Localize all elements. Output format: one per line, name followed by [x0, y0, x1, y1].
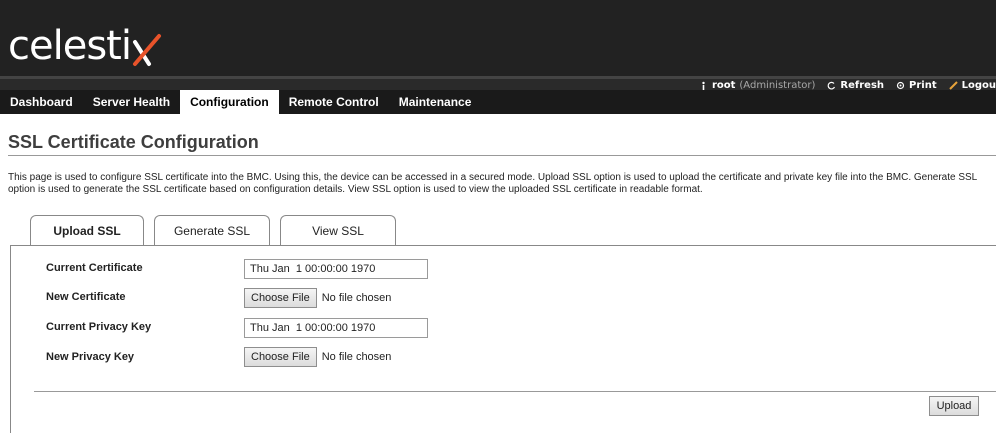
- logo-text: celesti: [8, 23, 132, 69]
- nav-configuration[interactable]: Configuration: [180, 90, 279, 114]
- refresh-link[interactable]: Refresh: [827, 80, 884, 91]
- form-divider: [34, 391, 996, 392]
- new-certificate-file-status: No file chosen: [321, 292, 392, 304]
- print-icon: [896, 81, 905, 89]
- nav-dashboard[interactable]: Dashboard: [0, 90, 83, 114]
- upload-panel: [10, 245, 996, 433]
- logo-x-mark: [132, 34, 161, 66]
- new-privacy-key-file-input: Choose File No file chosen: [244, 347, 391, 367]
- page-description: This page is used to configure SSL certi…: [8, 172, 977, 195]
- print-link[interactable]: Print: [896, 80, 937, 91]
- user-bar: root (Administrator) Refresh Print Logou: [0, 76, 996, 91]
- username: root: [711, 79, 736, 91]
- nav-maintenance[interactable]: Maintenance: [389, 90, 482, 114]
- app-header: celesti: [0, 0, 996, 76]
- celestix-logo: celesti: [8, 18, 162, 68]
- current-certificate-field[interactable]: [244, 259, 428, 279]
- new-certificate-file-input: Choose File No file chosen: [244, 288, 391, 308]
- logout-link[interactable]: Logou: [948, 79, 996, 91]
- refresh-label: Refresh: [840, 79, 885, 91]
- print-label: Print: [909, 79, 937, 91]
- page-title: SSL Certificate Configuration: [8, 132, 259, 152]
- current-privacy-key-label: Current Privacy Key: [46, 321, 152, 333]
- tab-generate-ssl[interactable]: Generate SSL: [154, 215, 270, 245]
- logout-label: Logou: [961, 79, 996, 91]
- user-role: (Administrator): [739, 79, 816, 91]
- title-divider: [8, 155, 996, 156]
- new-privacy-key-file-status: No file chosen: [321, 351, 392, 363]
- new-privacy-key-label: New Privacy Key: [46, 351, 135, 363]
- user-info: root (Administrator): [699, 80, 815, 91]
- nav-remote-control[interactable]: Remote Control: [279, 90, 389, 114]
- user-info-icon: [702, 81, 705, 90]
- main-nav: Dashboard Server Health Configuration Re…: [0, 90, 996, 114]
- tab-view-ssl[interactable]: View SSL: [280, 215, 396, 245]
- logout-icon: [948, 80, 958, 90]
- upload-button[interactable]: Upload: [929, 396, 979, 416]
- refresh-icon: [828, 81, 836, 90]
- current-privacy-key-field[interactable]: [244, 318, 428, 338]
- new-certificate-choose-file-button[interactable]: Choose File: [244, 288, 317, 308]
- new-certificate-label: New Certificate: [46, 291, 126, 303]
- current-certificate-label: Current Certificate: [46, 262, 143, 274]
- tab-upload-ssl[interactable]: Upload SSL: [30, 215, 144, 246]
- nav-server-health[interactable]: Server Health: [83, 90, 180, 114]
- new-privacy-key-choose-file-button[interactable]: Choose File: [244, 347, 317, 367]
